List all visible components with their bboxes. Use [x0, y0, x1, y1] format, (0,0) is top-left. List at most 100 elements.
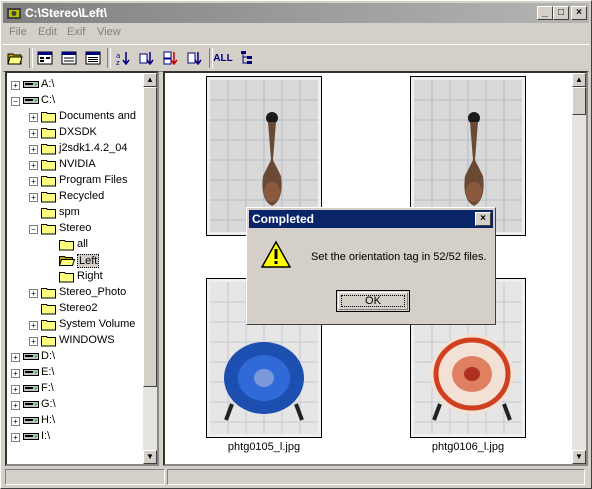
tree-node-label: Stereo [59, 222, 92, 234]
tree-node-label: Recycled [59, 190, 105, 202]
expand-icon[interactable]: + [11, 385, 20, 394]
menu-file[interactable]: File [9, 26, 27, 38]
sort-name-icon[interactable]: az [113, 48, 133, 68]
folder-icon [41, 336, 56, 347]
drive-icon [23, 97, 39, 104]
tree-icon[interactable] [237, 48, 257, 68]
expand-icon[interactable]: + [29, 193, 38, 202]
completed-dialog: Completed × Set the orientation tag in 5… [246, 207, 496, 325]
minimize-button[interactable]: _ [537, 6, 553, 20]
details-view-icon[interactable] [35, 48, 55, 68]
scroll-thumb[interactable] [572, 87, 586, 115]
tree-node-label: all [77, 238, 89, 250]
status-pane-left [5, 469, 165, 485]
thumbnail-4-caption: phtg0106_l.jpg [431, 441, 505, 453]
sort-type-icon[interactable] [185, 48, 205, 68]
folder-icon [41, 128, 56, 139]
expand-icon[interactable]: + [29, 321, 38, 330]
thumbnail-view-icon[interactable] [83, 48, 103, 68]
tree-node-label: D:\ [41, 350, 56, 362]
menu-edit[interactable]: Edit [38, 26, 57, 38]
folder-icon [41, 224, 56, 235]
drive-icon [23, 353, 39, 360]
expand-icon[interactable]: + [29, 129, 38, 138]
expand-icon[interactable]: + [11, 433, 20, 442]
tree-node-label: Stereo_Photo [59, 286, 127, 298]
folder-icon [41, 288, 56, 299]
dialog-title-bar[interactable]: Completed × [249, 210, 493, 228]
open-folder-icon[interactable] [5, 48, 25, 68]
tree-node-label: G:\ [41, 398, 56, 410]
expand-icon[interactable]: + [11, 417, 20, 426]
tree-node-label: Program Files [59, 174, 128, 186]
tree-node-label: WINDOWS [59, 334, 115, 346]
ok-button-label: OK [365, 295, 381, 307]
tree-node-label: A:\ [41, 78, 55, 90]
folder-icon [59, 240, 74, 251]
expand-icon[interactable]: + [29, 177, 38, 186]
tree-scrollbar[interactable]: ▲ ▼ [143, 73, 157, 464]
scroll-up-button[interactable]: ▲ [572, 73, 586, 87]
drive-icon [23, 369, 39, 376]
close-button[interactable]: × [571, 6, 587, 20]
collapse-icon[interactable]: − [29, 225, 38, 234]
expand-icon[interactable]: + [29, 145, 38, 154]
tree-node-label: spm [59, 206, 80, 218]
dialog-close-button[interactable]: × [475, 212, 491, 226]
drive-icon [23, 433, 39, 440]
tree-node-label: j2sdk1.4.2_04 [59, 142, 128, 154]
folder-icon [41, 112, 56, 123]
expand-icon[interactable]: + [29, 161, 38, 170]
folder-tree[interactable]: + A:\ − C:\ + Documents and + DXSDK + j2sdk1.4.2_… [5, 71, 159, 466]
scroll-up-button[interactable]: ▲ [143, 73, 157, 87]
sort-size-icon[interactable] [161, 48, 181, 68]
select-all-icon[interactable]: ALL [213, 48, 233, 68]
content-scrollbar[interactable]: ▲ ▼ [572, 73, 586, 464]
expand-icon[interactable]: + [11, 81, 20, 90]
expand-icon[interactable]: + [11, 401, 20, 410]
tree-node-label: H:\ [41, 414, 56, 426]
app-icon [7, 8, 21, 19]
folder-icon [59, 272, 74, 283]
tree-node-label: Stereo2 [59, 302, 98, 314]
folder-icon [41, 176, 56, 187]
scroll-down-button[interactable]: ▼ [143, 450, 157, 464]
drive-icon [23, 417, 39, 424]
folder-icon [41, 192, 56, 203]
menu-exif[interactable]: Exif [67, 26, 85, 38]
thumbnail-3-caption: phtg0105_l.jpg [227, 441, 301, 453]
expand-icon[interactable]: + [29, 337, 38, 346]
folder-icon [41, 160, 56, 171]
folder-icon [41, 320, 56, 331]
status-pane-right [167, 469, 585, 485]
expand-icon[interactable]: + [29, 289, 38, 298]
list-view-icon[interactable] [59, 48, 79, 68]
window-title: C:\Stereo\Left\ [25, 6, 108, 20]
title-bar[interactable]: C:\Stereo\Left\ _ □ × [3, 3, 589, 23]
tree-node-label: DXSDK [59, 126, 97, 138]
expand-icon[interactable]: + [11, 369, 20, 378]
dialog-message: Set the orientation tag in 52/52 files. [311, 251, 487, 263]
ok-button[interactable]: OK [336, 290, 410, 312]
status-bar [3, 467, 589, 487]
tree-node-label: Right [77, 270, 103, 282]
tree-node-label: C:\ [41, 94, 56, 106]
scroll-down-button[interactable]: ▼ [572, 450, 586, 464]
sort-date-icon[interactable] [137, 48, 157, 68]
maximize-button[interactable]: □ [553, 6, 569, 20]
expand-icon[interactable]: + [11, 353, 20, 362]
drive-icon [23, 401, 39, 408]
tree-node-label: E:\ [41, 366, 55, 378]
collapse-icon[interactable]: − [11, 97, 20, 106]
scroll-thumb[interactable] [143, 87, 157, 387]
drive-icon [23, 385, 39, 392]
tree-node-label: Documents and [59, 110, 137, 122]
warning-icon [261, 240, 291, 268]
menu-view[interactable]: View [97, 26, 121, 38]
folder-icon [41, 304, 56, 315]
menu-bar: File Edit Exif View [3, 24, 589, 42]
tree-node-label: Left [77, 254, 100, 268]
svg-text:z: z [116, 59, 120, 66]
folder-icon [41, 208, 56, 219]
expand-icon[interactable]: + [29, 113, 38, 122]
